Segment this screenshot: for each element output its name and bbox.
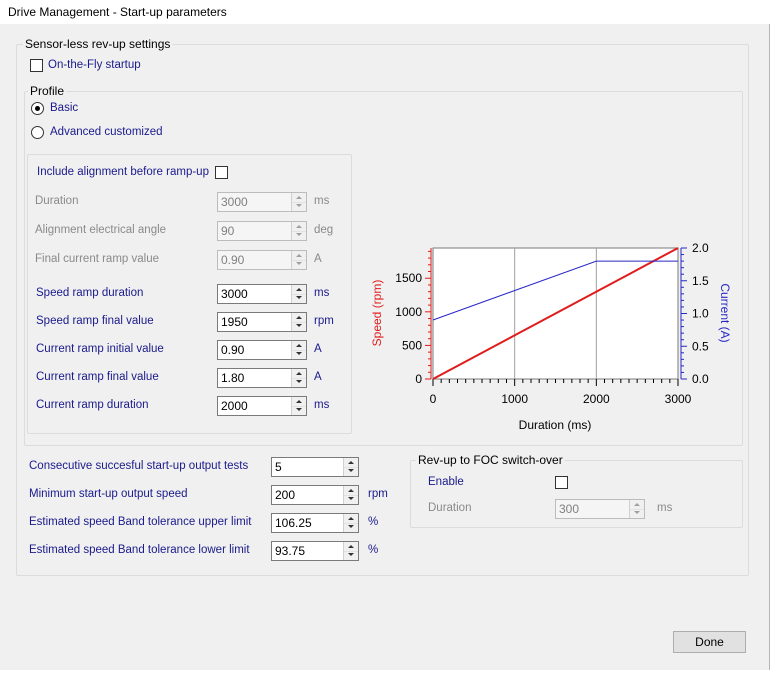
foc-duration-label: Duration	[428, 502, 472, 514]
x-tick-label: 1000	[501, 392, 528, 406]
speed-ramp-final-unit: rpm	[314, 315, 334, 327]
consecutive-tests-label: Consecutive succesful start-up output te…	[29, 460, 249, 472]
foc-duration-spin-buttons[interactable]	[629, 500, 644, 518]
foc-duration-stepper[interactable]	[555, 499, 645, 519]
current-ramp-final-spin-buttons[interactable]	[291, 369, 306, 387]
sensorless-group-label: Sensor-less rev-up settings	[23, 37, 173, 51]
y-tick-label: 1500	[395, 271, 422, 285]
band-upper-label: Estimated speed Band tolerance upper lim…	[29, 516, 252, 528]
alignment-angle-label: Alignment electrical angle	[35, 224, 167, 236]
current-ramp-duration-unit: ms	[314, 399, 330, 411]
current-ramp-final-unit: A	[314, 371, 322, 383]
alignment-angle-spin-buttons[interactable]	[291, 222, 306, 240]
speed-ramp-final-spin-buttons[interactable]	[291, 313, 306, 331]
rev-up-profile-chart: 0 1000 2000 3000 0 500 1000 1500 0.0 0.5 1.0 1.5 2.0…	[370, 241, 732, 432]
speed-ramp-final-stepper[interactable]	[217, 312, 307, 332]
foc-duration-input[interactable]	[556, 500, 629, 518]
min-speed-stepper[interactable]	[271, 485, 359, 505]
final-current-ramp-stepper[interactable]	[217, 250, 307, 270]
duration-label: Duration	[35, 195, 79, 207]
on-the-fly-checkbox[interactable]	[30, 59, 43, 72]
y2-tick-label: 1.5	[692, 274, 709, 288]
band-upper-unit: %	[368, 516, 379, 528]
y2-axis-label: Current (A)	[718, 283, 732, 342]
basic-radio[interactable]	[31, 102, 44, 115]
x-axis-label: Duration (ms)	[519, 418, 592, 432]
duration-stepper[interactable]	[217, 192, 307, 212]
foc-duration-unit: ms	[657, 502, 673, 514]
current-ramp-initial-spin-buttons[interactable]	[291, 341, 306, 359]
final-current-ramp-input[interactable]	[218, 251, 291, 269]
alignment-checkbox[interactable]	[215, 166, 228, 179]
consecutive-tests-input[interactable]	[272, 458, 343, 476]
speed-ramp-duration-input[interactable]	[218, 285, 291, 303]
band-lower-spin-buttons[interactable]	[343, 542, 358, 560]
speed-ramp-final-label: Speed ramp final value	[36, 315, 154, 327]
title-bar: Drive Management - Start-up parameters	[0, 0, 773, 24]
foc-switchover-group-label: Rev-up to FOC switch-over	[416, 453, 565, 467]
y2-tick-label: 0.5	[692, 339, 709, 353]
speed-ramp-duration-unit: ms	[314, 287, 330, 299]
basic-label[interactable]: Basic	[50, 102, 78, 114]
alignment-label: Include alignment before ramp-up	[37, 166, 209, 178]
current-ramp-duration-label: Current ramp duration	[36, 399, 149, 411]
alignment-angle-input[interactable]	[218, 222, 291, 240]
current-ramp-final-label: Current ramp final value	[36, 371, 159, 383]
band-lower-label: Estimated speed Band tolerance lower lim…	[29, 544, 250, 556]
y-tick-label: 500	[402, 338, 422, 352]
final-current-ramp-label: Final current ramp value	[35, 253, 159, 265]
y2-tick-label: 1.0	[692, 307, 709, 321]
y-tick-label: 1000	[395, 305, 422, 319]
min-speed-spin-buttons[interactable]	[343, 486, 358, 504]
band-upper-input[interactable]	[272, 514, 343, 532]
min-speed-unit: rpm	[368, 488, 388, 500]
current-ramp-final-input[interactable]	[218, 369, 291, 387]
y2-tick-label: 0.0	[692, 372, 709, 386]
band-lower-unit: %	[368, 544, 379, 556]
duration-input[interactable]	[218, 193, 291, 211]
current-ramp-duration-spin-buttons[interactable]	[291, 397, 306, 415]
current-ramp-duration-input[interactable]	[218, 397, 291, 415]
on-the-fly-label[interactable]: On-the-Fly startup	[48, 59, 141, 71]
foc-enable-label: Enable	[428, 476, 464, 488]
alignment-angle-stepper[interactable]	[217, 221, 307, 241]
band-lower-stepper[interactable]	[271, 541, 359, 561]
x-tick-label: 2000	[583, 392, 610, 406]
advanced-radio[interactable]	[31, 126, 44, 139]
current-ramp-final-stepper[interactable]	[217, 368, 307, 388]
current-ramp-initial-unit: A	[314, 343, 322, 355]
alignment-angle-unit: deg	[314, 224, 334, 236]
final-current-ramp-unit: A	[314, 253, 322, 265]
x-tick-label: 0	[430, 392, 437, 406]
advanced-label[interactable]: Advanced customized	[50, 126, 163, 138]
current-ramp-initial-label: Current ramp initial value	[36, 343, 164, 355]
y2-tick-label: 2.0	[692, 241, 709, 255]
current-ramp-initial-input[interactable]	[218, 341, 291, 359]
y-axis-label: Speed (rpm)	[370, 280, 384, 347]
min-speed-label: Minimum start-up output speed	[29, 488, 188, 500]
speed-ramp-duration-label: Speed ramp duration	[36, 287, 144, 299]
band-upper-stepper[interactable]	[271, 513, 359, 533]
min-speed-input[interactable]	[272, 486, 343, 504]
duration-spin-buttons[interactable]	[291, 193, 306, 211]
speed-ramp-duration-stepper[interactable]	[217, 284, 307, 304]
band-upper-spin-buttons[interactable]	[343, 514, 358, 532]
window-edge	[769, 24, 770, 670]
duration-unit: ms	[314, 195, 330, 207]
consecutive-tests-spin-buttons[interactable]	[343, 458, 358, 476]
final-current-ramp-spin-buttons[interactable]	[291, 251, 306, 269]
current-ramp-duration-stepper[interactable]	[217, 396, 307, 416]
foc-enable-checkbox[interactable]	[555, 476, 568, 489]
speed-ramp-duration-spin-buttons[interactable]	[291, 285, 306, 303]
profile-group-label: Profile	[28, 84, 67, 98]
consecutive-tests-stepper[interactable]	[271, 457, 359, 477]
speed-ramp-final-input[interactable]	[218, 313, 291, 331]
y-tick-label: 0	[415, 372, 422, 386]
band-lower-input[interactable]	[272, 542, 343, 560]
done-button[interactable]: Done	[673, 631, 746, 653]
window-title: Drive Management - Start-up parameters	[8, 5, 227, 19]
x-tick-label: 3000	[665, 392, 692, 406]
current-ramp-initial-stepper[interactable]	[217, 340, 307, 360]
